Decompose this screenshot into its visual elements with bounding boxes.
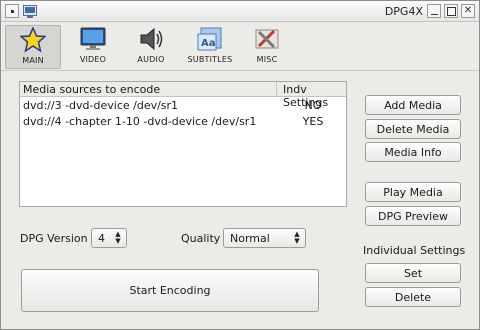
media-list-header: Media sources to encode Indv Settings xyxy=(20,82,346,109)
media-source-cell: dvd://4 -chapter 1-10 -dvd-device /dev/s… xyxy=(23,115,257,128)
indv-settings-cell: YES xyxy=(302,115,324,128)
up-down-arrows-icon: ▲ ▼ xyxy=(115,230,121,245)
quality-select[interactable]: Normal ▲ ▼ xyxy=(223,228,306,248)
quality-label: Quality xyxy=(181,232,221,245)
list-item[interactable]: dvd://3 -dvd-device /dev/sr1 NO xyxy=(20,97,346,113)
title-bar: DPG4X xyxy=(1,1,479,22)
indv-settings-cell: NO xyxy=(304,99,322,112)
tab-video-label: VIDEO xyxy=(79,55,107,64)
maximize-button[interactable] xyxy=(444,4,458,18)
window-title: DPG4X xyxy=(384,5,423,18)
tab-video[interactable]: VIDEO xyxy=(65,25,121,69)
tab-subtitles-label: SUBTITLES xyxy=(187,55,233,64)
media-info-button[interactable]: Media Info xyxy=(365,142,461,162)
play-media-button[interactable]: Play Media xyxy=(365,182,461,202)
star-icon xyxy=(18,26,48,54)
media-list[interactable]: Media sources to encode Indv Settings dv… xyxy=(19,81,347,207)
tab-audio[interactable]: AUDIO xyxy=(123,25,179,69)
column-separator xyxy=(276,82,277,97)
dpg-version-select[interactable]: 4 ▲ ▼ xyxy=(91,228,127,248)
column-header-sources[interactable]: Media sources to encode xyxy=(23,83,160,96)
individual-settings-heading: Individual Settings xyxy=(363,244,466,257)
list-item[interactable]: dvd://4 -chapter 1-10 -dvd-device /dev/s… xyxy=(20,113,346,129)
tab-main[interactable]: MAIN xyxy=(5,25,61,69)
tab-audio-label: AUDIO xyxy=(137,55,165,64)
speaker-icon xyxy=(136,25,166,53)
tab-misc[interactable]: MISC xyxy=(239,25,295,69)
tab-toolbar: MAIN VIDEO AUDIO Aa SUBTITLES MISC xyxy=(1,23,479,71)
dpg-version-label: DPG Version xyxy=(20,232,88,245)
tools-icon xyxy=(252,25,282,53)
media-source-cell: dvd://3 -dvd-device /dev/sr1 xyxy=(23,99,179,112)
svg-text:Aa: Aa xyxy=(201,38,216,49)
dpg-preview-button[interactable]: DPG Preview xyxy=(365,206,461,226)
subtitles-icon: Aa xyxy=(195,25,225,53)
dpg-version-value: 4 xyxy=(98,231,105,245)
set-button[interactable]: Set xyxy=(365,263,461,283)
tab-subtitles[interactable]: Aa SUBTITLES xyxy=(182,25,238,69)
delete-media-button[interactable]: Delete Media xyxy=(365,119,461,139)
quality-value: Normal xyxy=(230,231,270,245)
dot-icon xyxy=(10,9,14,13)
app-icon xyxy=(23,5,37,18)
delete-button[interactable]: Delete xyxy=(365,287,461,307)
close-button[interactable] xyxy=(461,4,475,18)
tab-misc-label: MISC xyxy=(256,55,278,64)
monitor-icon xyxy=(78,25,108,53)
minimize-button[interactable] xyxy=(427,4,441,18)
add-media-button[interactable]: Add Media xyxy=(365,95,461,115)
start-encoding-button[interactable]: Start Encoding xyxy=(21,269,319,312)
tab-main-label: MAIN xyxy=(22,56,44,65)
up-down-arrows-icon: ▲ ▼ xyxy=(294,230,300,245)
app-window: DPG4X MAIN VIDEO xyxy=(0,0,480,330)
window-menu-button[interactable] xyxy=(5,4,19,18)
